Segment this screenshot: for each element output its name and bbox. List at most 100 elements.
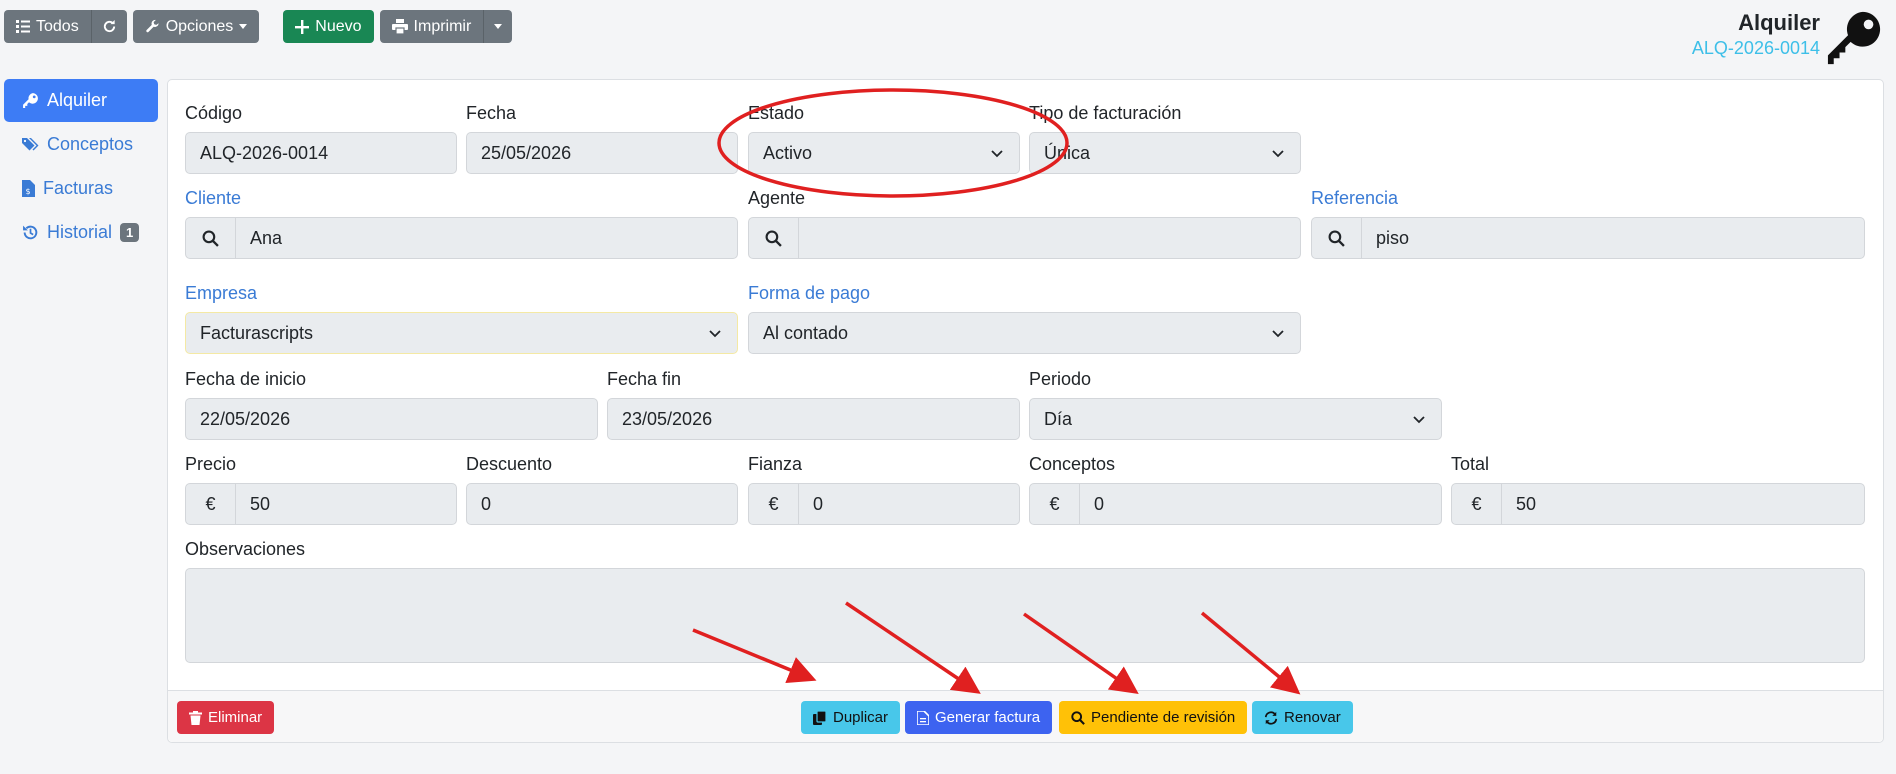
refresh-button[interactable] bbox=[90, 10, 127, 43]
print-group: Imprimir bbox=[379, 10, 513, 43]
precio-label: Precio bbox=[185, 454, 237, 474]
caret-down-icon bbox=[239, 24, 248, 29]
codigo-input[interactable]: ALQ-2026-0014 bbox=[185, 132, 457, 174]
agente-input[interactable] bbox=[748, 217, 1301, 259]
search-icon[interactable] bbox=[1312, 218, 1362, 258]
periodo-field: Periodo Día bbox=[1029, 368, 1442, 440]
descuento-label: Descuento bbox=[466, 454, 553, 474]
fecha-fin-field: Fecha fin 23/05/2026 bbox=[607, 368, 1020, 440]
euro-icon: € bbox=[1452, 484, 1502, 524]
chevron-down-icon bbox=[1272, 150, 1284, 158]
fecha-inicio-input[interactable]: 22/05/2026 bbox=[185, 398, 598, 440]
rental-form-card: Código ALQ-2026-0014 Fecha 25/05/2026 Es… bbox=[167, 79, 1884, 743]
list-icon bbox=[16, 20, 30, 33]
generate-invoice-button[interactable]: Generar factura bbox=[905, 701, 1053, 734]
tipo-facturacion-label: Tipo de facturación bbox=[1029, 103, 1182, 123]
print-button[interactable]: Imprimir bbox=[379, 10, 484, 43]
empresa-label[interactable]: Empresa bbox=[185, 282, 738, 304]
copy-icon bbox=[813, 710, 827, 725]
referencia-field: Referencia piso bbox=[1311, 187, 1865, 259]
renew-button[interactable]: Renovar bbox=[1252, 701, 1353, 734]
fecha-inicio-label: Fecha de inicio bbox=[185, 369, 307, 389]
page-header: Alquiler ALQ-2026-0014 bbox=[1692, 10, 1820, 59]
referencia-input[interactable]: piso bbox=[1311, 217, 1865, 259]
precio-field: Precio € 50 bbox=[185, 453, 457, 525]
history-count-badge: 1 bbox=[120, 223, 140, 242]
record-code: ALQ-2026-0014 bbox=[1691, 38, 1820, 58]
referencia-label[interactable]: Referencia bbox=[1311, 187, 1865, 209]
agente-label: Agente bbox=[748, 188, 806, 208]
sidebar-item-label: Facturas bbox=[43, 178, 114, 198]
codigo-label: Código bbox=[185, 103, 243, 123]
delete-button[interactable]: Eliminar bbox=[177, 701, 275, 734]
print-dropdown-toggle[interactable] bbox=[483, 10, 513, 43]
tipo-facturacion-field: Tipo de facturación Única bbox=[1029, 102, 1301, 174]
chevron-down-icon bbox=[709, 330, 721, 338]
agente-field: Agente bbox=[748, 187, 1301, 259]
observaciones-textarea[interactable] bbox=[185, 568, 1865, 663]
sidebar-item-historial[interactable]: Historial 1 bbox=[4, 211, 158, 254]
search-icon[interactable] bbox=[186, 218, 236, 258]
tipo-facturacion-select[interactable]: Única bbox=[1029, 132, 1301, 174]
search-icon bbox=[1071, 710, 1085, 725]
generate-invoice-label: Generar factura bbox=[935, 709, 1041, 726]
descuento-field: Descuento 0 bbox=[466, 453, 738, 525]
sidebar-item-conceptos[interactable]: Conceptos bbox=[4, 123, 158, 166]
sidebar-item-label: Historial bbox=[47, 222, 113, 242]
refresh-icon bbox=[103, 19, 115, 33]
all-label: Todos bbox=[36, 17, 79, 35]
observaciones-label: Observaciones bbox=[185, 539, 306, 559]
chevron-down-icon bbox=[991, 150, 1003, 158]
periodo-select[interactable]: Día bbox=[1029, 398, 1442, 440]
observaciones-field: Observaciones bbox=[185, 538, 1865, 663]
form-footer: Eliminar Duplicar Generar factura Pendie… bbox=[168, 690, 1883, 742]
duplicate-label: Duplicar bbox=[833, 709, 889, 726]
cliente-label[interactable]: Cliente bbox=[185, 187, 738, 209]
fianza-label: Fianza bbox=[748, 454, 803, 474]
chevron-down-icon bbox=[1413, 416, 1425, 424]
euro-icon: € bbox=[1030, 484, 1080, 524]
search-icon[interactable] bbox=[749, 218, 799, 258]
conceptos-field: Conceptos € 0 bbox=[1029, 453, 1442, 525]
forma-pago-select[interactable]: Al contado bbox=[748, 312, 1301, 354]
sidebar-item-facturas[interactable]: $ Facturas bbox=[4, 167, 158, 210]
plus-icon bbox=[295, 19, 310, 34]
forma-pago-label[interactable]: Forma de pago bbox=[748, 282, 1301, 304]
estado-select[interactable]: Activo bbox=[748, 132, 1020, 174]
duplicate-button[interactable]: Duplicar bbox=[801, 701, 901, 734]
pending-review-button[interactable]: Pendiente de revisión bbox=[1059, 701, 1248, 734]
euro-icon: € bbox=[186, 484, 236, 524]
descuento-input[interactable]: 0 bbox=[466, 483, 738, 525]
fianza-field: Fianza € 0 bbox=[748, 453, 1020, 525]
periodo-label: Periodo bbox=[1029, 369, 1092, 389]
trash-icon bbox=[189, 710, 202, 725]
empresa-select[interactable]: Facturascripts bbox=[185, 312, 738, 354]
tags-icon bbox=[22, 138, 39, 151]
conceptos-input[interactable]: € 0 bbox=[1029, 483, 1442, 525]
new-button[interactable]: Nuevo bbox=[283, 10, 374, 43]
renew-label: Renovar bbox=[1284, 709, 1341, 726]
precio-input[interactable]: € 50 bbox=[185, 483, 457, 525]
fecha-fin-input[interactable]: 23/05/2026 bbox=[607, 398, 1020, 440]
toolbar: Todos Opciones Nuevo Imprimir bbox=[4, 10, 513, 43]
fianza-input[interactable]: € 0 bbox=[748, 483, 1020, 525]
total-input[interactable]: € 50 bbox=[1451, 483, 1865, 525]
sidebar-item-label: Alquiler bbox=[47, 90, 108, 110]
sidebar: Alquiler Conceptos $ Facturas Historial … bbox=[4, 79, 158, 255]
all-button[interactable]: Todos bbox=[4, 10, 91, 43]
fecha-field: Fecha 25/05/2026 bbox=[466, 102, 738, 174]
fecha-input[interactable]: 25/05/2026 bbox=[466, 132, 738, 174]
key-icon bbox=[1827, 11, 1881, 65]
cliente-input[interactable]: Ana bbox=[185, 217, 738, 259]
estado-field: Estado Activo bbox=[748, 102, 1020, 174]
print-label: Imprimir bbox=[413, 17, 472, 35]
options-label: Opciones bbox=[165, 17, 234, 35]
page-title: Alquiler bbox=[1738, 10, 1820, 35]
options-button[interactable]: Opciones bbox=[132, 10, 260, 43]
sidebar-item-label: Conceptos bbox=[47, 134, 134, 154]
euro-icon: € bbox=[749, 484, 799, 524]
total-field: Total € 50 bbox=[1451, 453, 1865, 525]
history-icon bbox=[23, 225, 38, 240]
invoice-icon: $ bbox=[22, 180, 35, 197]
sidebar-item-alquiler[interactable]: Alquiler bbox=[4, 79, 158, 122]
